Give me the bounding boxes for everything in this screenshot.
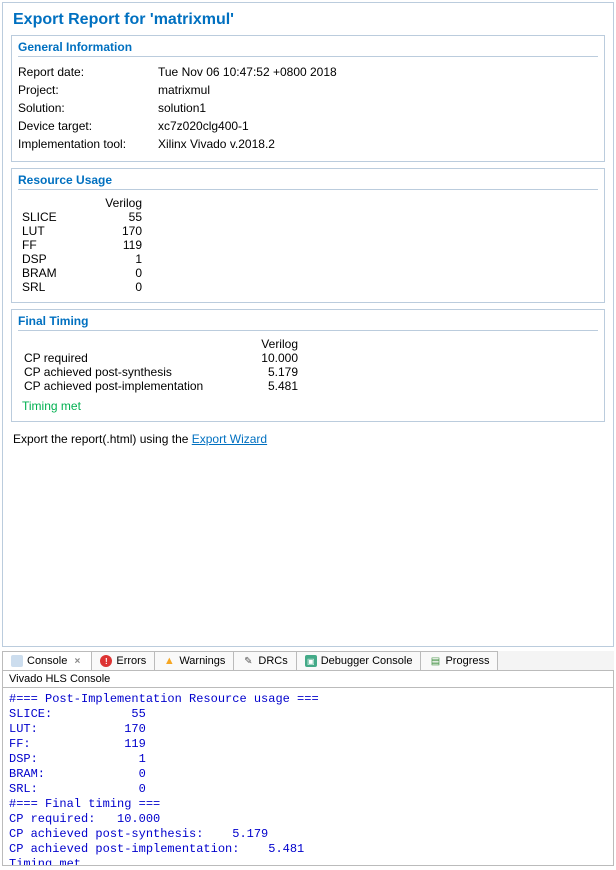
tab-drcs[interactable]: ✎ DRCs [233,651,296,670]
console-line: DSP: 1 [9,752,607,767]
export-wizard-link[interactable]: Export Wizard [192,432,267,446]
resource-name: FF [22,238,82,252]
resource-column-header: Verilog [82,196,142,210]
debugger-icon: ▣ [305,655,317,667]
tab-warnings[interactable]: ▲ Warnings [154,651,234,670]
info-value: solution1 [158,101,206,115]
info-label: Solution: [18,101,158,115]
report-panel: Export Report for 'matrixmul' General In… [2,2,614,647]
console-line: SLICE: 55 [9,707,607,722]
timing-name: CP required [18,351,238,365]
resource-value: 55 [82,210,142,224]
info-row: Implementation tool:Xilinx Vivado v.2018… [18,135,598,153]
error-icon: ! [100,655,112,667]
resource-row: BRAM0 [22,266,598,280]
resource-name: DSP [22,252,82,266]
console-subheader: Vivado HLS Console [2,671,614,688]
info-row: Device target:xc7z020clg400-1 [18,117,598,135]
console-line: #=== Final timing === [9,797,607,812]
timing-row: CP achieved post-synthesis5.179 [18,365,598,379]
info-label: Device target: [18,119,158,133]
console-line: #=== Post-Implementation Resource usage … [9,692,607,707]
drc-icon: ✎ [242,655,254,667]
section-header-general: General Information [18,40,598,57]
bottom-tabstrip: Console × ! Errors ▲ Warnings ✎ DRCs ▣ D… [2,651,614,671]
console-line: Timing met [9,857,607,866]
resource-value: 119 [82,238,142,252]
resource-name: SRL [22,280,82,294]
timing-name: CP achieved post-synthesis [18,365,238,379]
resource-name: LUT [22,224,82,238]
console-icon [11,655,23,667]
tab-label: Progress [445,655,489,667]
resource-value: 170 [82,224,142,238]
resource-name: BRAM [22,266,82,280]
console-line: SRL: 0 [9,782,607,797]
resource-row: SLICE55 [22,210,598,224]
resource-usage-table: Verilog SLICE55LUT170FF119DSP1BRAM0SRL0 [22,196,598,294]
resource-value: 1 [82,252,142,266]
resource-row: DSP1 [22,252,598,266]
info-row: Project:matrixmul [18,81,598,99]
timing-row: CP achieved post-implementation5.481 [18,379,598,393]
resource-value: 0 [82,266,142,280]
console-line: CP required: 10.000 [9,812,607,827]
resource-usage-section: Resource Usage Verilog SLICE55LUT170FF11… [11,168,605,303]
info-label: Report date: [18,65,158,79]
tab-debugger-console[interactable]: ▣ Debugger Console [296,651,422,670]
resource-row: SRL0 [22,280,598,294]
resource-value: 0 [82,280,142,294]
info-value: Xilinx Vivado v.2018.2 [158,137,275,151]
timing-row: CP required10.000 [18,351,598,365]
info-label: Project: [18,83,158,97]
info-value: matrixmul [158,83,210,97]
info-value: xc7z020clg400-1 [158,119,249,133]
info-label: Implementation tool: [18,137,158,151]
section-header-timing: Final Timing [18,314,598,331]
progress-icon: ▤ [429,655,441,667]
export-line: Export the report(.html) using the Expor… [13,432,605,446]
timing-column-header: Verilog [238,337,298,351]
console-area: Console × ! Errors ▲ Warnings ✎ DRCs ▣ D… [2,651,614,866]
tab-label: Errors [116,655,146,667]
section-header-resource: Resource Usage [18,173,598,190]
console-output[interactable]: #=== Post-Implementation Resource usage … [2,688,614,866]
timing-name: CP achieved post-implementation [18,379,238,393]
timing-value: 5.481 [238,379,298,393]
info-row: Report date:Tue Nov 06 10:47:52 +0800 20… [18,63,598,81]
tab-label: Debugger Console [321,655,413,667]
timing-value: 10.000 [238,351,298,365]
console-line: CP achieved post-implementation: 5.481 [9,842,607,857]
warning-icon: ▲ [163,655,175,667]
export-text: Export the report(.html) using the [13,432,192,446]
timing-status: Timing met [22,399,598,413]
report-title: Export Report for 'matrixmul' [13,11,605,29]
tab-console[interactable]: Console × [2,651,92,670]
tab-label: Warnings [179,655,225,667]
console-line: FF: 119 [9,737,607,752]
tab-progress[interactable]: ▤ Progress [420,651,498,670]
console-line: BRAM: 0 [9,767,607,782]
final-timing-section: Final Timing Verilog CP required10.000CP… [11,309,605,422]
resource-name: SLICE [22,210,82,224]
general-information-section: General Information Report date:Tue Nov … [11,35,605,162]
tab-label: DRCs [258,655,287,667]
close-icon[interactable]: × [71,655,83,667]
info-value: Tue Nov 06 10:47:52 +0800 2018 [158,65,337,79]
console-line: CP achieved post-synthesis: 5.179 [9,827,607,842]
console-line: LUT: 170 [9,722,607,737]
timing-value: 5.179 [238,365,298,379]
resource-row: LUT170 [22,224,598,238]
tab-errors[interactable]: ! Errors [91,651,155,670]
info-row: Solution:solution1 [18,99,598,117]
tab-label: Console [27,655,67,667]
resource-row: FF119 [22,238,598,252]
timing-table: Verilog CP required10.000CP achieved pos… [18,337,598,393]
